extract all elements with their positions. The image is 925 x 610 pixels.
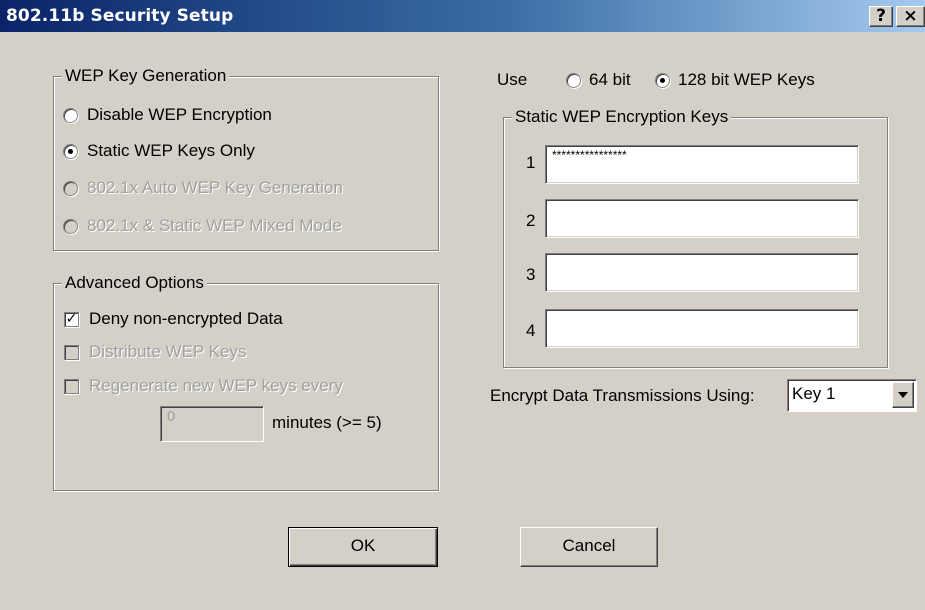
ok-button[interactable]: OK <box>288 527 438 567</box>
encrypt-key-value: Key 1 <box>792 384 836 403</box>
key-4-number: 4 <box>526 321 536 340</box>
radio-indicator <box>63 218 78 234</box>
key-3-input[interactable] <box>545 253 859 292</box>
title-bar: 802.11b Security Setup ? × <box>0 0 925 32</box>
wep-key-generation-legend: WEP Key Generation <box>62 65 230 87</box>
help-button[interactable]: ? <box>869 6 893 27</box>
help-icon: ? <box>876 6 886 26</box>
checkbox-indicator <box>64 344 79 360</box>
radio-indicator <box>63 107 78 123</box>
key-3-number: 3 <box>526 265 536 284</box>
checkbox-label: Deny non-encrypted Data <box>89 309 283 328</box>
radio-label: 128 bit WEP Keys <box>678 70 815 89</box>
radio-8021x-mixed[interactable]: 802.1x & Static WEP Mixed Mode <box>63 215 342 237</box>
checkbox-label: Distribute WEP Keys <box>89 342 247 361</box>
cancel-button[interactable]: Cancel <box>520 527 658 567</box>
static-wep-keys-legend: Static WEP Encryption Keys <box>512 106 732 128</box>
radio-disable-wep[interactable]: Disable WEP Encryption <box>63 104 272 126</box>
radio-label: 802.1x Auto WEP Key Generation <box>87 178 343 197</box>
minutes-label: minutes (>= 5) <box>272 413 382 432</box>
key-4-input[interactable] <box>545 309 859 348</box>
key-2-input[interactable] <box>545 199 859 238</box>
checkbox-indicator <box>64 378 79 394</box>
radio-static-wep-only[interactable]: Static WEP Keys Only <box>63 140 255 162</box>
key-1-input[interactable]: **************** <box>545 145 859 184</box>
close-icon: × <box>903 6 918 26</box>
radio-indicator <box>566 72 581 88</box>
encrypt-key-select[interactable]: Key 1 <box>787 379 917 412</box>
checkbox-checked-icon: ✓ <box>64 310 79 327</box>
radio-label: 64 bit <box>589 70 631 89</box>
radio-indicator-selected <box>655 72 670 88</box>
use-label: Use <box>497 70 528 89</box>
radio-indicator-selected <box>63 143 78 159</box>
checkbox-label: Regenerate new WEP keys every <box>89 376 343 395</box>
checkbox-regenerate-wep[interactable]: Regenerate new WEP keys every <box>64 375 343 397</box>
checkbox-deny-non-encrypted[interactable]: ✓ Deny non-encrypted Data <box>64 308 283 330</box>
radio-8021x-auto[interactable]: 802.1x Auto WEP Key Generation <box>63 177 343 199</box>
close-button[interactable]: × <box>896 6 925 27</box>
minutes-input[interactable]: 0 <box>160 406 264 442</box>
key-2-number: 2 <box>526 211 536 230</box>
radio-label: 802.1x & Static WEP Mixed Mode <box>87 216 342 235</box>
radio-label: Static WEP Keys Only <box>87 141 255 160</box>
window-title: 802.11b Security Setup <box>6 6 234 26</box>
key-1-number: 1 <box>526 153 536 172</box>
radio-indicator <box>63 180 78 196</box>
checkbox-distribute-wep[interactable]: Distribute WEP Keys <box>64 341 246 363</box>
chevron-down-icon[interactable] <box>892 382 914 408</box>
radio-64-bit[interactable]: 64 bit <box>566 69 631 91</box>
radio-128-bit[interactable]: 128 bit WEP Keys <box>655 69 815 91</box>
encrypt-label: Encrypt Data Transmissions Using: <box>490 386 755 405</box>
radio-label: Disable WEP Encryption <box>87 105 272 124</box>
advanced-options-legend: Advanced Options <box>62 272 207 294</box>
